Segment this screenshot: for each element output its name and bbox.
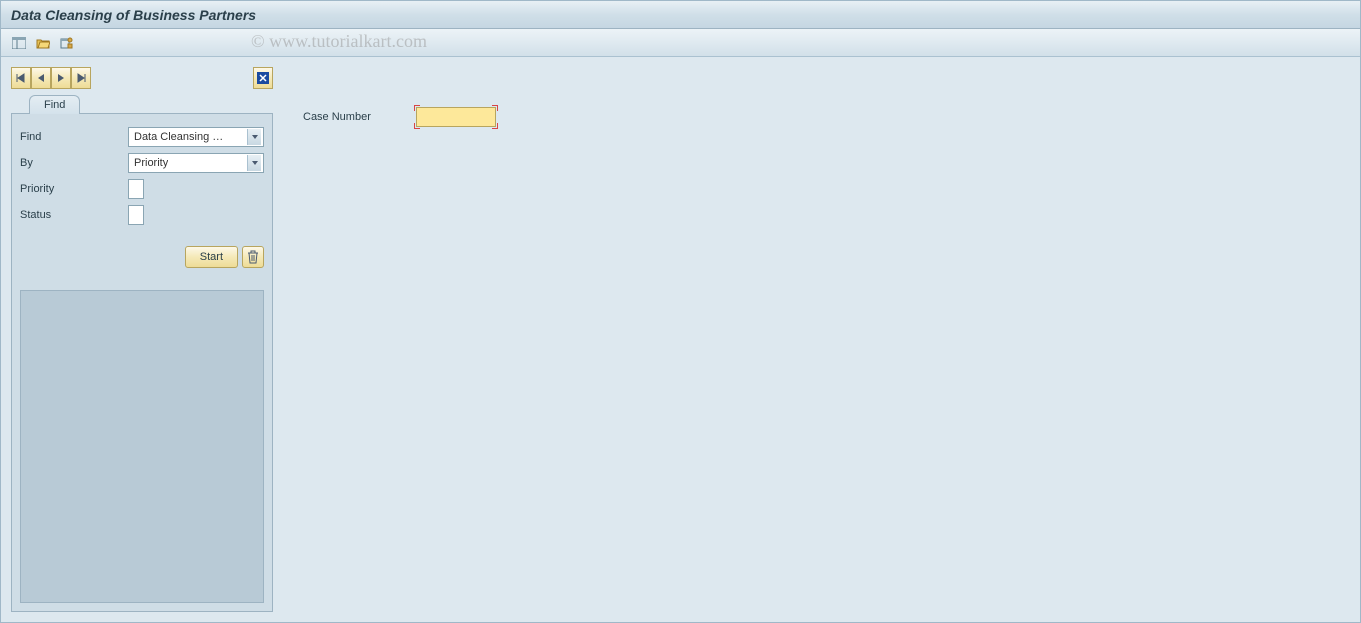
close-locator-button[interactable] — [253, 67, 273, 89]
case-number-label: Case Number — [303, 111, 408, 123]
by-label: By — [20, 157, 128, 169]
find-panel-body: Find Data Cleansing C… By Priority — [11, 113, 273, 612]
locator-panel: Find Find Data Cleansing C… By Priorit — [11, 67, 273, 612]
priority-input[interactable] — [128, 179, 144, 199]
status-input[interactable] — [128, 205, 144, 225]
first-button[interactable] — [11, 67, 31, 89]
application-toolbar — [1, 29, 1360, 57]
layout-icon[interactable] — [9, 34, 29, 52]
priority-label: Priority — [20, 183, 128, 195]
last-button[interactable] — [71, 67, 91, 89]
required-marker-icon — [492, 123, 498, 129]
open-folder-icon[interactable] — [33, 34, 53, 52]
status-label: Status — [20, 209, 128, 221]
title-bar: Data Cleansing of Business Partners — [1, 1, 1360, 29]
previous-button[interactable] — [31, 67, 51, 89]
delete-button[interactable] — [242, 246, 264, 268]
next-button[interactable] — [51, 67, 71, 89]
nav-button-group — [11, 67, 91, 89]
required-marker-icon — [414, 105, 420, 111]
find-dropdown[interactable]: Data Cleansing C… — [128, 127, 264, 147]
start-button[interactable]: Start — [185, 246, 238, 268]
find-label: Find — [20, 131, 128, 143]
find-dropdown-value: Data Cleansing C… — [134, 131, 224, 143]
by-dropdown-value: Priority — [134, 157, 168, 169]
dropdown-arrow-icon — [247, 155, 261, 171]
personalize-icon[interactable] — [57, 34, 77, 52]
dropdown-arrow-icon — [247, 129, 261, 145]
required-marker-icon — [492, 105, 498, 111]
by-dropdown[interactable]: Priority — [128, 153, 264, 173]
case-number-field-wrapper — [416, 107, 496, 127]
required-marker-icon — [414, 123, 420, 129]
case-number-input[interactable] — [416, 107, 496, 127]
page-title: Data Cleansing of Business Partners — [11, 7, 256, 23]
main-work-area: Case Number — [283, 67, 1350, 612]
search-results-area — [20, 290, 264, 603]
tab-find[interactable]: Find — [29, 95, 80, 114]
